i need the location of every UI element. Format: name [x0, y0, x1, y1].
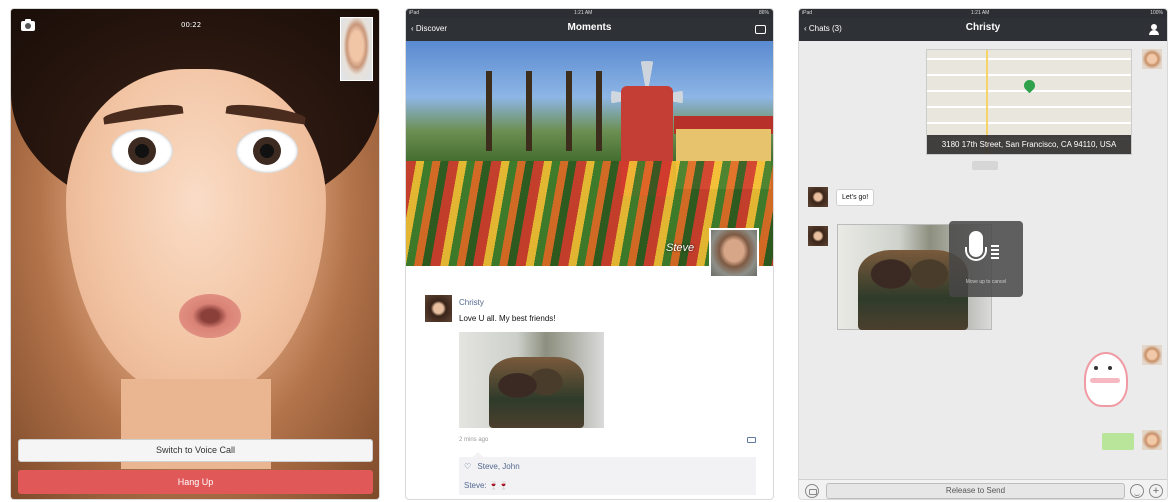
voice-message[interactable] [1102, 433, 1134, 450]
comment-author[interactable]: Steve: [464, 481, 487, 490]
likes-row: ♡ Steve, John [464, 462, 520, 471]
text-message[interactable]: Let's go! [836, 189, 875, 206]
timestamp-divider [972, 161, 998, 170]
my-avatar[interactable] [1142, 430, 1162, 450]
sticker-message[interactable] [1084, 352, 1128, 407]
chat-screen: iPad 1:21 AM 100% ‹ Chats (3) Christy 31… [798, 8, 1168, 500]
chat-input-bar: Release to Send + [799, 479, 1167, 499]
microphone-icon [969, 231, 983, 257]
likes-names[interactable]: Steve, John [477, 462, 519, 471]
right-eye [236, 129, 298, 173]
contact-profile-icon[interactable] [1149, 24, 1159, 35]
self-preview-video[interactable] [340, 17, 373, 81]
palm-trunk [526, 71, 532, 151]
status-battery: 100% [1150, 10, 1163, 16]
contact-avatar[interactable] [808, 187, 828, 207]
chat-title: Christy [965, 22, 1001, 33]
likes-comments-box: ♡ Steve, John Steve: 🍷🍷 [459, 452, 756, 495]
switch-camera-icon[interactable] [21, 19, 35, 31]
hold-to-talk-button[interactable]: Release to Send [826, 483, 1125, 499]
heart-icon: ♡ [464, 462, 472, 471]
palm-trunk [486, 71, 492, 151]
hang-up-button[interactable]: Hang Up [18, 470, 373, 494]
contact-avatar[interactable] [808, 226, 828, 246]
status-time: 1:21 AM [574, 10, 593, 16]
comment-text: 🍷🍷 [488, 481, 509, 490]
plus-icon[interactable]: + [1149, 484, 1163, 498]
cover-username: Steve [666, 242, 695, 254]
nav-bar: ‹ Chats (3) Christy [799, 18, 1167, 41]
palm-trunk [566, 71, 572, 151]
voice-recording-overlay: Move up to cancel [949, 221, 1023, 297]
emoji-icon[interactable] [1130, 484, 1144, 498]
my-avatar[interactable] [1142, 49, 1162, 69]
status-time: 1:21 AM [971, 10, 990, 16]
switch-to-voice-button[interactable]: Switch to Voice Call [18, 439, 373, 462]
comment-row[interactable]: Steve: 🍷🍷 [464, 481, 509, 490]
status-carrier: iPad [409, 10, 420, 16]
status-battery: 86% [758, 10, 769, 16]
post-photo[interactable] [459, 332, 604, 428]
status-bar: iPad 1:21 AM 100% [799, 9, 1167, 18]
video-call-screen: 00:22 Switch to Voice Call Hang Up [10, 8, 380, 500]
post-author-avatar[interactable] [425, 295, 452, 322]
camera-icon[interactable] [755, 25, 766, 34]
post-text: Love U all. My best friends! [459, 314, 556, 323]
page-title: Moments [567, 22, 612, 33]
comment-icon[interactable] [747, 437, 756, 443]
nav-bar: ‹ Discover Moments [406, 18, 773, 41]
palm-trunk [596, 71, 602, 151]
volume-level-icon [991, 245, 999, 259]
left-eye [111, 129, 173, 173]
post-author-name[interactable]: Christy [459, 298, 484, 307]
post-time: 2 mins ago [459, 437, 489, 443]
location-message[interactable]: 3180 17th Street, San Francisco, CA 9411… [926, 49, 1132, 155]
call-timer: 00:22 [181, 21, 202, 29]
map-pin-icon [1021, 77, 1038, 94]
record-hint: Move up to cancel [965, 279, 1007, 285]
my-avatar[interactable] [1142, 345, 1162, 365]
profile-avatar[interactable] [709, 228, 759, 278]
lips [179, 294, 241, 338]
location-address: 3180 17th Street, San Francisco, CA 9411… [927, 135, 1131, 154]
status-bar: iPad 1:21 AM 86% [406, 9, 773, 18]
keyboard-icon[interactable] [805, 484, 819, 498]
status-carrier: iPad [802, 10, 813, 16]
moments-screen: iPad 1:21 AM 86% ‹ Discover Moments Stev… [405, 8, 774, 500]
